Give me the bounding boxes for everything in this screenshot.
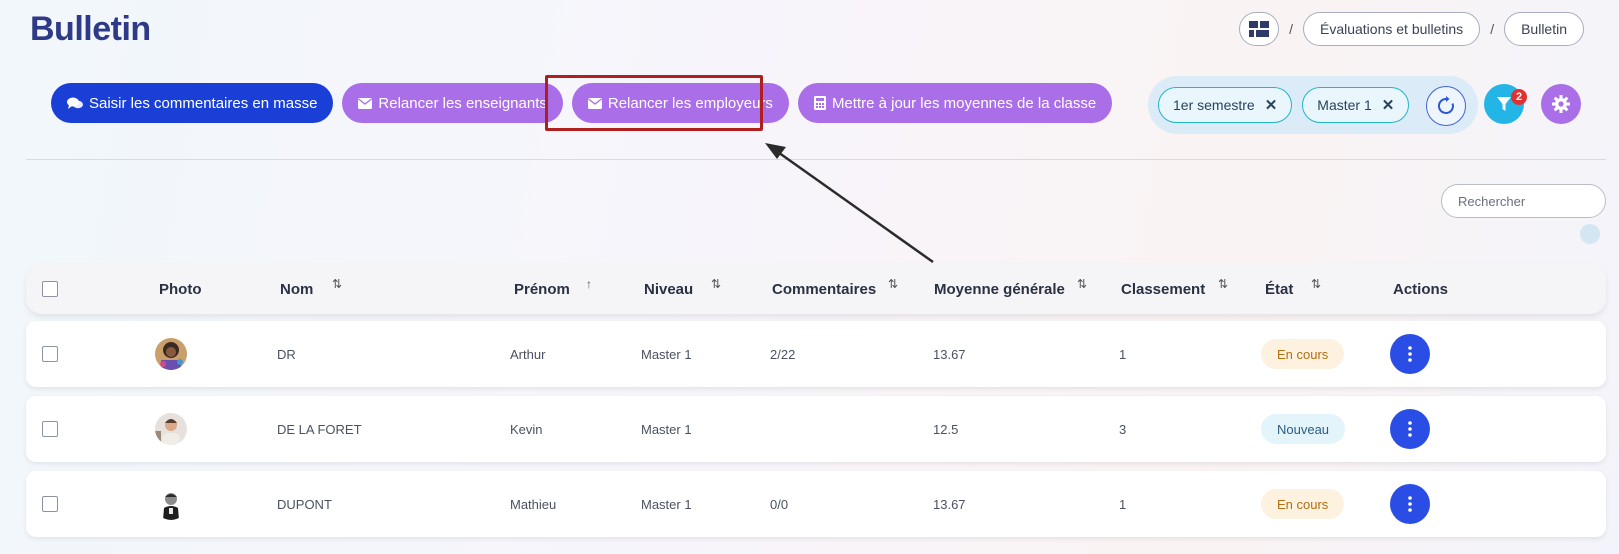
row-actions-button[interactable]	[1390, 484, 1430, 524]
avatar	[155, 338, 187, 370]
photo-cell	[155, 396, 187, 462]
row-select-cell[interactable]	[42, 471, 58, 537]
commentaires-cell: 0/0	[770, 496, 789, 512]
select-all-cell[interactable]	[42, 264, 58, 314]
status-badge: En cours	[1261, 339, 1345, 369]
classement-cell: 3	[1119, 421, 1127, 437]
prenom-cell: Arthur	[510, 346, 546, 362]
classement-cell: 1	[1119, 346, 1127, 362]
more-vertical-icon	[1408, 421, 1412, 437]
table-row[interactable]: DUPONT Mathieu Master 1 0/0 13.67 1 En c…	[26, 471, 1606, 537]
column-header-actions: Actions	[1393, 280, 1449, 298]
table-row[interactable]: DE LA FORET Kevin Master 1 12.5 3 Nouvea…	[26, 396, 1606, 462]
niveau-cell: Master 1	[641, 346, 692, 362]
niveau-cell: Master 1	[641, 496, 692, 512]
avatar-photo-icon	[155, 488, 187, 520]
moyenne-cell: 12.5	[933, 421, 959, 437]
table-header: Photo Nom ⇅ Prénom ↑ Niveau ⇅ Commentair…	[26, 264, 1606, 314]
nom-cell: DUPONT	[277, 496, 332, 512]
column-header-classement[interactable]: Classement	[1121, 264, 1205, 314]
column-header-nom[interactable]: Nom	[280, 264, 313, 314]
nom-cell: DR	[277, 346, 296, 362]
sort-icon[interactable]: ⇅	[711, 277, 721, 291]
avatar	[155, 488, 187, 520]
avatar-photo-icon	[155, 413, 187, 445]
niveau-cell: Master 1	[641, 421, 692, 437]
row-checkbox[interactable]	[42, 496, 58, 512]
more-vertical-icon	[1408, 346, 1412, 362]
row-actions-button[interactable]	[1390, 409, 1430, 449]
photo-cell	[155, 471, 187, 537]
sort-icon[interactable]: ⇅	[1218, 277, 1228, 291]
status-badge: Nouveau	[1261, 414, 1346, 444]
prenom-cell: Kevin	[510, 421, 543, 437]
moyenne-cell: 13.67	[933, 346, 966, 362]
status-badge: En cours	[1261, 489, 1345, 519]
sort-icon[interactable]: ⇅	[1077, 277, 1087, 291]
actions-cell	[1390, 396, 1430, 462]
etat-cell: En cours	[1261, 471, 1345, 537]
column-header-photo: Photo	[159, 280, 202, 298]
actions-cell	[1390, 321, 1430, 387]
etat-cell: En cours	[1261, 321, 1345, 387]
column-header-commentaires[interactable]: Commentaires	[772, 264, 876, 314]
prenom-cell: Mathieu	[510, 496, 557, 512]
row-actions-button[interactable]	[1390, 334, 1430, 374]
sort-ascending-icon[interactable]: ↑	[586, 277, 592, 291]
row-select-cell[interactable]	[42, 396, 58, 462]
avatar-photo-icon	[155, 338, 187, 370]
select-all-checkbox[interactable]	[42, 281, 58, 297]
commentaires-cell: 2/22	[770, 346, 796, 362]
classement-cell: 1	[1119, 496, 1127, 512]
row-checkbox[interactable]	[42, 421, 58, 437]
sort-icon[interactable]: ⇅	[332, 277, 342, 291]
nom-cell: DE LA FORET	[277, 421, 362, 437]
table-row[interactable]: DR Arthur Master 1 2/22 13.67 1 En cours	[26, 321, 1606, 387]
column-header-prenom[interactable]: Prénom	[514, 264, 570, 314]
etat-cell: Nouveau	[1261, 396, 1346, 462]
photo-cell	[155, 321, 187, 387]
column-header-etat[interactable]: État	[1265, 264, 1293, 314]
more-vertical-icon	[1408, 496, 1412, 512]
row-checkbox[interactable]	[42, 346, 58, 362]
column-header-moyenne[interactable]: Moyenne générale	[934, 264, 1065, 314]
sort-icon[interactable]: ⇅	[1311, 277, 1321, 291]
avatar	[155, 413, 187, 445]
column-header-niveau[interactable]: Niveau	[644, 264, 693, 314]
row-select-cell[interactable]	[42, 321, 58, 387]
sort-icon[interactable]: ⇅	[888, 277, 898, 291]
actions-cell	[1390, 471, 1430, 537]
moyenne-cell: 13.67	[933, 496, 966, 512]
